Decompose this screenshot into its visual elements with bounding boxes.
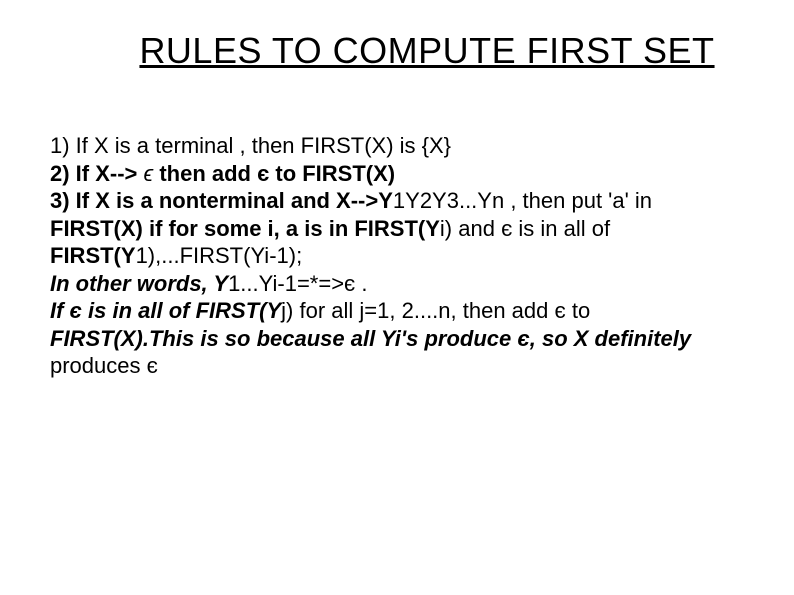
rule-3-part-j: j) for all j=1, 2....n, then add є to — [281, 298, 590, 323]
slide: RULES TO COMPUTE FIRST SET 1) If X is a … — [0, 0, 794, 595]
page-title: RULES TO COMPUTE FIRST SET — [110, 30, 744, 72]
rule-3-part-l: produces є — [50, 353, 158, 378]
rule-3-part-a: 3) If X is a nonterminal and X-->Y — [50, 188, 393, 213]
rule-2-part-a: 2) If X--> — [50, 161, 144, 186]
rule-3-part-g: In other words, Y — [50, 271, 228, 296]
rule-3-part-i: If є is in all of FIRST(Y — [50, 298, 281, 323]
rule-3-part-d: i) and є is in all of — [440, 216, 610, 241]
rule-3-part-c: FIRST(X) if for some i, a is in FIRST(Y — [50, 216, 440, 241]
rule-1: 1) If X is a terminal , then FIRST(X) is… — [50, 133, 451, 158]
epsilon-symbol: ϵ — [144, 161, 154, 186]
rule-2-part-b: then add є to FIRST(X) — [153, 161, 395, 186]
rule-3-part-b: 1Y2Y3...Yn , then put 'a' in — [393, 188, 652, 213]
rule-3-part-f: 1),...FIRST(Yi-1); — [136, 243, 303, 268]
rule-3-part-h: 1...Yi-1=*=>є . — [228, 271, 367, 296]
rule-3-part-e: FIRST(Y — [50, 243, 136, 268]
body-text: 1) If X is a terminal , then FIRST(X) is… — [50, 132, 744, 380]
rule-3-part-k: FIRST(X).This is so because all Yi's pro… — [50, 326, 691, 351]
